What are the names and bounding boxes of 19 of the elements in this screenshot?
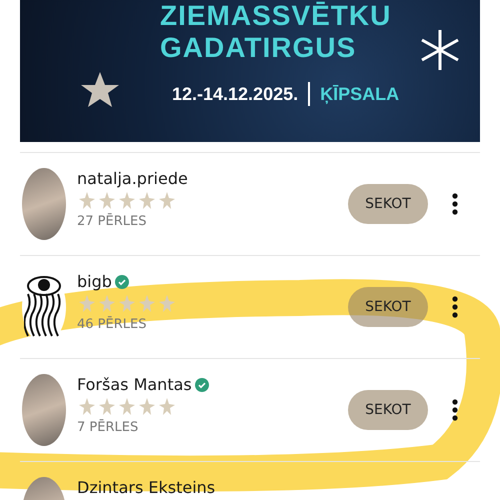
- more-options-icon[interactable]: [452, 296, 458, 318]
- banner-dates: 12.-14.12.2025.: [172, 84, 298, 104]
- pearls-count: 7 PĒRLES: [77, 420, 140, 435]
- banner-venue: ĶĪPSALA: [320, 84, 400, 104]
- banner-title: GADATIRGUS: [160, 32, 356, 64]
- verified-icon: [114, 274, 129, 288]
- follow-button[interactable]: SEKOT: [348, 184, 428, 224]
- pearls-count: 27 PĒRLES: [77, 214, 148, 229]
- star-icon: [80, 70, 120, 110]
- user-name[interactable]: Foršas Mantas: [77, 375, 192, 394]
- follow-button[interactable]: SEKOT: [348, 390, 428, 430]
- follow-button[interactable]: SEKOT: [348, 287, 428, 327]
- verified-icon: [194, 378, 209, 392]
- user-name[interactable]: natalja.priede: [77, 169, 188, 188]
- banner-background[interactable]: ZIEMASSVĒTKU GADATIRGUS 12.-14.12.2025. ĶĪPSALA: [20, 0, 480, 142]
- more-options-icon[interactable]: [452, 399, 458, 421]
- user-name[interactable]: bigb: [77, 272, 112, 291]
- more-options-icon[interactable]: [452, 193, 458, 215]
- banner-title: ZIEMASSVĒTKU: [160, 0, 392, 32]
